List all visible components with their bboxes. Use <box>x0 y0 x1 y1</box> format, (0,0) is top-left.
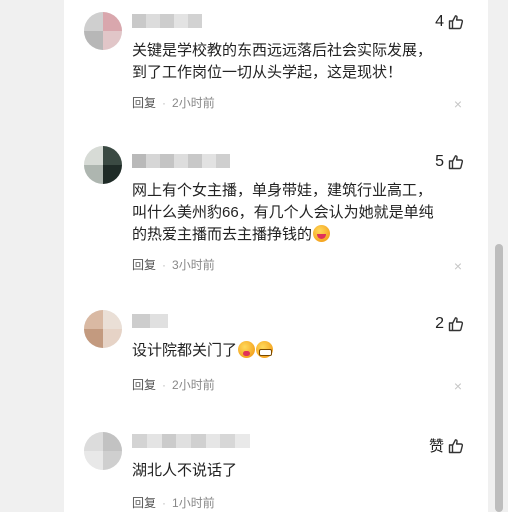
comment-text: 关键是学校教的东西远远落后社会实际发展，到了工作岗位一切从头学起，这是现状！ <box>132 42 433 81</box>
like-button[interactable]: 赞 <box>429 435 464 456</box>
meta-separator: · <box>162 377 167 392</box>
like-count: 2 <box>435 315 444 332</box>
comment-text-content: 网上有个女主播，单身带娃，建筑行业高工，叫什么美州豹66，有几个人会认为她就是单… <box>132 182 434 243</box>
comment-meta: 回复 · 2小时前 <box>132 94 215 111</box>
like-count: 5 <box>435 153 444 170</box>
comment-text: 设计院都关门了 <box>132 340 446 362</box>
comment-text: 湖北人不说话了 <box>132 462 238 479</box>
avatar[interactable] <box>84 146 122 184</box>
thumbs-up-icon <box>448 155 464 170</box>
timestamp: 2小时前 <box>172 378 215 392</box>
drooling-face-emoji-icon <box>238 341 256 358</box>
reply-button[interactable]: 回复 <box>132 94 156 111</box>
comment-text-content: 设计院都关门了 <box>132 342 238 359</box>
like-button[interactable]: 2 <box>435 315 464 333</box>
close-icon[interactable]: × <box>454 96 462 112</box>
comment-meta: 回复 · 2小时前 <box>132 376 215 393</box>
reply-button[interactable]: 回复 <box>132 256 156 273</box>
like-label: 赞 <box>428 438 444 455</box>
like-count: 4 <box>435 13 444 30</box>
comment-meta: 回复 · 3小时前 <box>132 256 215 273</box>
scrollbar-thumb[interactable] <box>495 244 503 512</box>
comment-text: 网上有个女主播，单身带娃，建筑行业高工，叫什么美州豹66，有几个人会认为她就是单… <box>132 180 446 246</box>
meta-separator: · <box>162 495 167 510</box>
comment-panel: 4 关键是学校教的东西远远落后社会实际发展，到了工作岗位一切从头学起，这是现状！… <box>64 0 488 512</box>
meta-separator: · <box>162 257 167 272</box>
grimacing-face-emoji-icon <box>256 341 274 358</box>
reply-button[interactable]: 回复 <box>132 494 156 511</box>
avatar[interactable] <box>84 310 122 348</box>
timestamp: 1小时前 <box>172 496 215 510</box>
reply-button[interactable]: 回复 <box>132 376 156 393</box>
thumbs-up-icon <box>448 317 464 332</box>
close-icon[interactable]: × <box>454 258 462 274</box>
timestamp: 2小时前 <box>172 96 215 110</box>
comment-meta: 回复 · 1小时前 <box>132 494 215 511</box>
avatar[interactable] <box>84 432 122 470</box>
thumbs-up-icon <box>448 15 464 30</box>
avatar[interactable] <box>84 12 122 50</box>
like-button[interactable]: 5 <box>435 153 464 171</box>
meta-separator: · <box>162 95 167 110</box>
timestamp: 3小时前 <box>172 258 215 272</box>
laughing-tongue-emoji-icon <box>313 225 331 242</box>
like-button[interactable]: 4 <box>435 13 464 31</box>
username-redacted[interactable] <box>132 154 230 168</box>
close-icon[interactable]: × <box>454 378 462 394</box>
username-redacted[interactable] <box>132 314 168 328</box>
username-redacted[interactable] <box>132 14 202 28</box>
thumbs-up-icon <box>448 438 464 453</box>
vertical-scrollbar[interactable] <box>494 0 508 512</box>
username-redacted[interactable] <box>132 434 250 448</box>
